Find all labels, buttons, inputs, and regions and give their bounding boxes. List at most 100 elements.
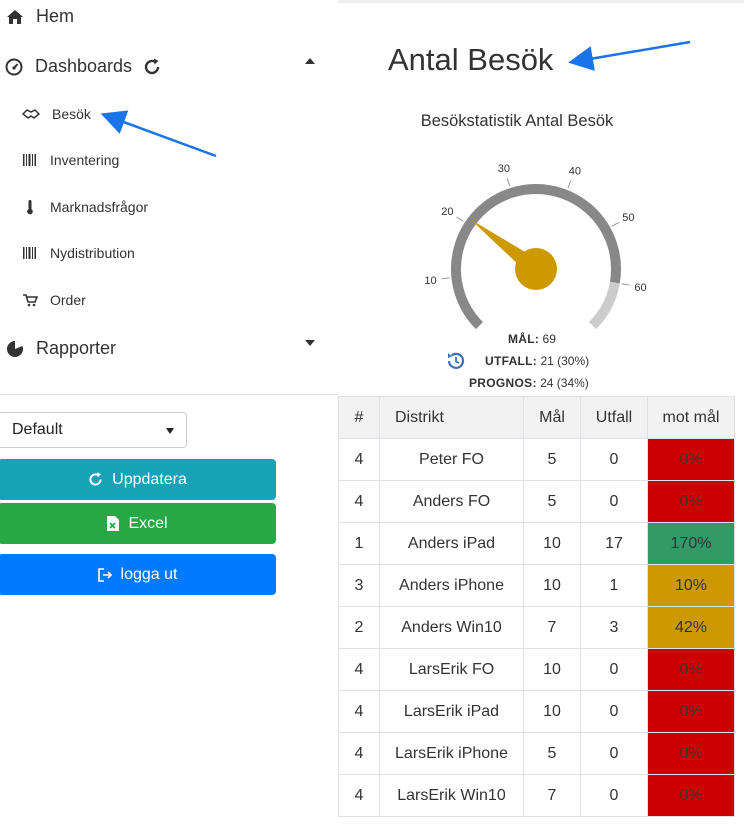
cell-mal: 10 <box>523 564 581 607</box>
cell-number: 2 <box>338 606 380 649</box>
cell-number: 1 <box>338 522 380 565</box>
cart-icon <box>23 294 38 307</box>
stat-mal-label: MÅL: <box>508 332 540 346</box>
header-number[interactable]: # <box>338 396 380 439</box>
header-utfall[interactable]: Utfall <box>580 396 648 439</box>
cell-mal: 5 <box>523 438 581 481</box>
cell-mal: 5 <box>523 732 581 775</box>
table-row[interactable]: 4 LarsErik iPhone 5 0 0% <box>338 732 735 775</box>
gauge-hub <box>515 248 557 290</box>
sidebar-item-order[interactable]: Order <box>22 292 86 308</box>
view-select-value: Default <box>12 421 63 438</box>
home-icon <box>7 9 23 24</box>
cell-district: Anders iPhone <box>379 564 524 607</box>
cell-district: LarsErik iPad <box>379 690 524 733</box>
gauge-chart: 0102030405060 <box>424 163 647 330</box>
gauge-tick <box>611 222 620 227</box>
rapporter-expand-caret[interactable] <box>305 340 315 346</box>
cell-number: 4 <box>338 690 380 733</box>
table-row[interactable]: 2 Anders Win10 7 3 42% <box>338 606 735 649</box>
page-title: Antal Besök <box>388 42 554 77</box>
update-button[interactable]: Uppdatera <box>0 459 276 500</box>
cell-number: 4 <box>338 732 380 775</box>
cell-utfall: 0 <box>580 438 648 481</box>
cell-utfall: 0 <box>580 648 648 691</box>
cell-utfall: 0 <box>580 480 648 523</box>
gauge-tick-label: 40 <box>569 165 581 177</box>
table-row[interactable]: 4 LarsErik FO 10 0 0% <box>338 648 735 691</box>
table-row[interactable]: 4 LarsErik Win10 7 0 0% <box>338 774 735 817</box>
stat-mal: MÅL: 69 <box>508 332 556 346</box>
refresh-icon <box>89 472 102 486</box>
view-select[interactable]: Default <box>0 412 187 448</box>
cell-mal: 5 <box>523 480 581 523</box>
table-header-row: # Distrikt Mål Utfall mot mål <box>338 396 735 439</box>
dashboards-collapse-caret[interactable] <box>305 58 315 64</box>
update-button-label: Uppdatera <box>112 470 187 488</box>
header-mot-mal[interactable]: mot mål <box>647 396 735 439</box>
excel-button[interactable]: Excel <box>0 503 276 544</box>
cell-mot-mal: 0% <box>647 648 735 691</box>
cell-utfall: 17 <box>580 522 648 565</box>
pie-chart-icon <box>7 340 23 357</box>
gauge-tick-label: 20 <box>441 206 453 218</box>
gauge-tick-label: 30 <box>498 163 510 175</box>
gauge-tick <box>567 180 572 189</box>
cell-district: Anders Win10 <box>379 606 524 649</box>
nav-home[interactable]: Hem <box>6 6 74 27</box>
cell-utfall: 0 <box>580 732 648 775</box>
cell-mal: 10 <box>523 690 581 733</box>
gauge-title: Besökstatistik Antal Besök <box>420 112 614 130</box>
cell-utfall: 1 <box>580 564 648 607</box>
cell-number: 4 <box>338 774 380 817</box>
cell-mot-mal: 0% <box>647 732 735 775</box>
gauge-tick-label: 60 <box>634 282 646 294</box>
table-row[interactable]: 3 Anders iPhone 10 1 10% <box>338 564 735 607</box>
history-icon[interactable] <box>445 350 467 372</box>
sidebar-item-inventering[interactable]: Inventering <box>22 152 119 168</box>
table-row[interactable]: 4 Anders FO 5 0 0% <box>338 480 735 523</box>
sidebar-item-label: Order <box>50 292 86 308</box>
dashboard-icon <box>5 58 23 75</box>
table-row[interactable]: 1 Anders iPad 10 17 170% <box>338 522 735 565</box>
nav-dashboards-label: Dashboards <box>35 56 133 76</box>
cell-mot-mal: 42% <box>647 606 735 649</box>
sidebar-item-besok[interactable]: Besök <box>22 106 91 122</box>
sidebar-item-marknadsfragor[interactable]: Marknadsfrågor <box>22 199 148 215</box>
cell-district: LarsErik iPhone <box>379 732 524 775</box>
sidebar-item-nydistribution[interactable]: Nydistribution <box>22 245 135 261</box>
stat-mal-value: 69 <box>542 332 556 346</box>
cell-mot-mal: 170% <box>647 522 735 565</box>
barcode-icon <box>23 154 36 166</box>
gauge-tick <box>456 216 464 222</box>
annotation-arrow-title <box>568 40 691 71</box>
gauge-tick-label: 50 <box>622 212 634 224</box>
stat-prognos-value: 24 (34%) <box>540 376 589 390</box>
stat-utfall-value: 21 (30%) <box>540 354 590 368</box>
sidebar-item-label: Nydistribution <box>50 245 135 261</box>
stat-utfall: UTFALL: 21 (30%) <box>485 354 589 368</box>
cell-number: 4 <box>338 438 380 481</box>
cell-mot-mal: 0% <box>647 774 735 817</box>
cell-district: Peter FO <box>379 438 524 481</box>
cell-mot-mal: 10% <box>647 564 735 607</box>
nav-rapporter[interactable]: Rapporter <box>6 338 116 359</box>
gauge-tick <box>441 277 450 280</box>
refresh-icon[interactable] <box>142 57 162 77</box>
logout-button[interactable]: logga ut <box>0 554 276 595</box>
cell-mot-mal: 0% <box>647 690 735 733</box>
cell-district: LarsErik Win10 <box>379 774 524 817</box>
sidebar-item-label: Inventering <box>50 152 120 168</box>
cell-mot-mal: 0% <box>647 438 735 481</box>
header-mal[interactable]: Mål <box>523 396 581 439</box>
sidebar-item-label: Besök <box>52 106 91 122</box>
chevron-down-icon <box>166 428 174 434</box>
table-row[interactable]: 4 LarsErik iPad 10 0 0% <box>338 690 735 733</box>
nav-dashboards[interactable]: Dashboards <box>5 56 162 77</box>
cell-district: Anders iPad <box>379 522 524 565</box>
table-row[interactable]: 4 Peter FO 5 0 0% <box>338 438 735 481</box>
nav-rapporter-label: Rapporter <box>36 338 117 358</box>
gauge-tick <box>506 178 511 187</box>
sidebar-item-label: Marknadsfrågor <box>50 199 149 215</box>
header-distrikt[interactable]: Distrikt <box>379 396 524 439</box>
